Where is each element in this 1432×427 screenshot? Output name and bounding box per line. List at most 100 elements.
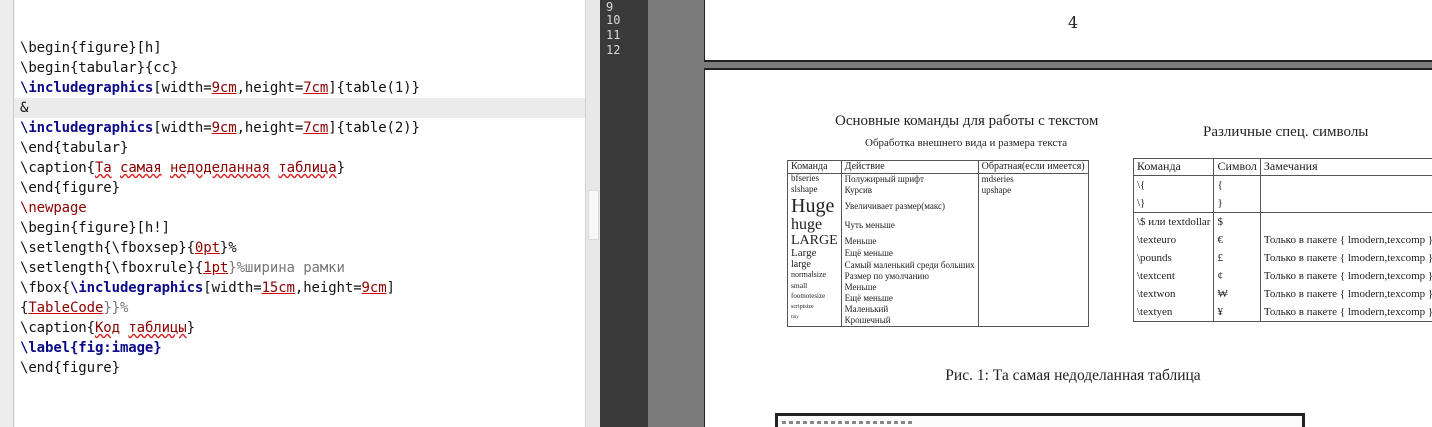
- table-cell: \{: [1133, 175, 1215, 194]
- editor-scrollbar-thumb[interactable]: [588, 190, 599, 240]
- table-cell: scriptsize: [787, 304, 842, 316]
- table-cell: \textwon: [1133, 285, 1215, 303]
- table-cell: Курсив: [841, 185, 979, 196]
- next-figure-strip: [782, 421, 912, 424]
- code-line-1[interactable]: \begin{figure}[h]: [20, 38, 162, 58]
- table-cell: [978, 248, 1089, 261]
- table-cell: LARGE: [787, 233, 842, 249]
- table-cell: Только в пакете { lmodern,texcomp }: [1260, 231, 1432, 249]
- pdf-viewer[interactable]: 4 Основные команды для работы с текстом …: [648, 0, 1432, 427]
- table-cell: huge: [787, 216, 842, 234]
- table-cell: Размер по умолчанию: [841, 271, 979, 283]
- table-header-cell: Команда: [787, 160, 842, 174]
- table-cell: Меньше: [841, 282, 979, 294]
- code-token: \includegraphics: [69, 280, 204, 296]
- table-cell: \texteuro: [1133, 231, 1215, 249]
- table-row: \textwon ₩ Только в пакете { lmodern,texco…: [1133, 285, 1432, 303]
- table-cell: Только в пакете { lmodern,texcomp }: [1260, 267, 1432, 285]
- code-token: \setlength{\fboxsep}{: [20, 240, 195, 256]
- table-cell: [1260, 175, 1432, 194]
- table2: Команда Символ Замечания \{{ \}} \$ или …: [1133, 158, 1432, 322]
- table-row: bfseries Полужирный шрифт mdseries: [787, 173, 1089, 185]
- table-cell: tiny: [787, 315, 842, 327]
- next-figure-image: [775, 413, 1305, 427]
- code-line-14[interactable]: {TableCode}}%: [20, 298, 128, 318]
- table-header-cell: Обратная(если имеется): [978, 160, 1089, 174]
- table-cell: Ещё меньше: [841, 248, 979, 261]
- code-line-8[interactable]: \end{figure}: [20, 178, 120, 198]
- code-line-13[interactable]: \fbox{\includegraphics[width=15cm,height…: [20, 278, 395, 298]
- table-row: LARGE Меньше: [787, 233, 1089, 249]
- table-cell: Самый маленький среди больших: [841, 260, 979, 272]
- table-cell: Полужирный шрифт: [841, 173, 979, 185]
- table-cell: [978, 271, 1089, 283]
- table-header-row: Команда Действие Обратная(если имеется): [787, 160, 1089, 174]
- table-row: tiny Крошечный: [787, 315, 1089, 327]
- code-line-15[interactable]: \caption{Код таблицы}: [20, 318, 195, 338]
- table-cell: ¥: [1213, 303, 1261, 322]
- console-line-number: 10: [606, 13, 621, 27]
- code-line-5[interactable]: \includegraphics[width=9cm,height=7cm]{t…: [20, 118, 420, 138]
- pdf-page-previous: 4: [704, 0, 1432, 62]
- table-row: normalsize Размер по умолчанию: [787, 270, 1089, 283]
- code-line-9[interactable]: \newpage: [20, 198, 87, 218]
- table-row: \texteuro € Только в пакете { lmodern,texc…: [1133, 231, 1432, 249]
- code-line-12[interactable]: \setlength{\fboxrule}{1pt}%ширина рамки: [20, 258, 345, 278]
- table-cell: }: [1213, 194, 1261, 213]
- code-token: }%ширина рамки: [228, 260, 345, 276]
- code-line-4[interactable]: &: [20, 98, 28, 118]
- code-line-17[interactable]: \end{figure}: [20, 358, 120, 378]
- code-line-11[interactable]: \setlength{\fboxsep}{0pt}%: [20, 238, 237, 258]
- code-token: \fbox{: [20, 280, 70, 296]
- code-token: Код: [94, 320, 120, 336]
- code-token: ]: [386, 280, 395, 296]
- table-cell: ₩: [1213, 285, 1261, 303]
- table-cell: \textcent: [1133, 267, 1215, 285]
- table-cell: mdseries: [978, 173, 1089, 185]
- code-token: таблица: [278, 160, 337, 176]
- code-token: \begin{tabular}{cc}: [20, 60, 179, 76]
- editor-scrollbar[interactable]: [585, 0, 600, 427]
- console-line-number: 11: [606, 28, 621, 42]
- code-line-16[interactable]: \label{fig:image}: [20, 338, 162, 358]
- table-cell: Ещё меньше: [841, 293, 979, 305]
- code-line-6[interactable]: \end{tabular}: [20, 138, 128, 158]
- editor-text-area[interactable]: \begin{figure}[h] \begin{tabular}{cc} \i…: [15, 0, 585, 427]
- code-token: 0pt: [194, 240, 220, 256]
- code-token: &: [20, 100, 29, 116]
- latex-editor[interactable]: \begin{figure}[h] \begin{tabular}{cc} \i…: [0, 0, 600, 427]
- code-token: 7cm: [303, 120, 329, 136]
- table-header-cell: Команда: [1133, 158, 1215, 176]
- code-token: \label{fig:image}: [20, 340, 162, 356]
- code-token: \end{figure}: [20, 180, 120, 196]
- current-line-highlight: [15, 98, 585, 118]
- code-token: 15cm: [261, 280, 295, 296]
- table-cell: [978, 315, 1089, 327]
- code-token: \includegraphics: [20, 120, 154, 136]
- console-panel[interactable]: 9 10 11 12: [600, 0, 648, 427]
- table1: Команда Действие Обратная(если имеется) …: [787, 160, 1089, 328]
- code-token: недоделанная: [169, 160, 270, 176]
- code-line-7[interactable]: \caption{Та самая недоделанная таблица}: [20, 158, 345, 178]
- table-row: \}}: [1133, 194, 1432, 213]
- code-token: \begin{figure}[h!]: [20, 220, 170, 236]
- code-token: [width=: [153, 80, 212, 96]
- page-number: 4: [1067, 13, 1079, 32]
- table-row: Huge Увеличивает размер(макс): [787, 196, 1089, 217]
- table-cell: Huge: [787, 196, 842, 217]
- code-token: 1pt: [203, 260, 229, 276]
- table-row: \textcent ¢ Только в пакете { lmodern,texc…: [1133, 267, 1432, 285]
- table-cell: Меньше: [841, 233, 979, 249]
- code-token: самая: [119, 160, 162, 176]
- code-line-10[interactable]: \begin{figure}[h!]: [20, 218, 170, 238]
- code-line-2[interactable]: \begin{tabular}{cc}: [20, 58, 178, 78]
- console-line-number: 12: [606, 43, 621, 57]
- table-cell: footnotesize: [787, 292, 842, 305]
- table-cell: Маленький: [841, 304, 979, 316]
- table1-subtitle: Обработка внешнего вида и размера текста: [865, 137, 1068, 149]
- code-line-3[interactable]: \includegraphics[width=9cm,height=7cm]{t…: [20, 78, 420, 98]
- table-row: \textyen ¥ Только в пакете { lmodern,texco…: [1133, 303, 1432, 322]
- table-cell: $: [1213, 212, 1261, 231]
- table1-title: Основные команды для работы с текстом: [835, 113, 1099, 129]
